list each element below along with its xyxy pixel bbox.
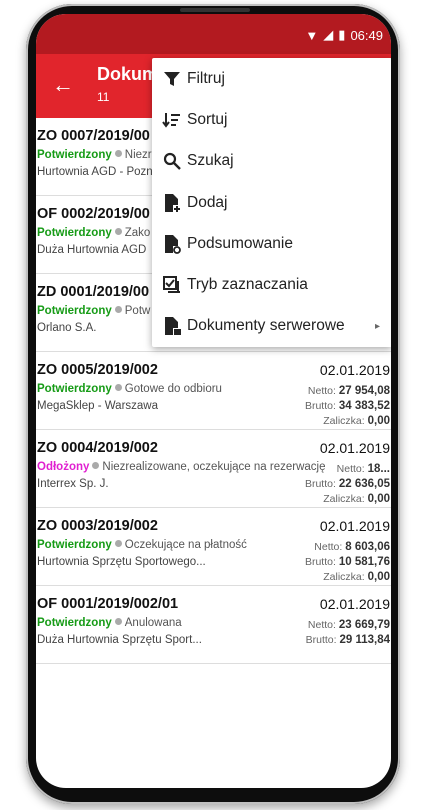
menu-item-szukaj[interactable]: Szukaj bbox=[152, 141, 391, 182]
document-status: Odłożony bbox=[37, 461, 90, 473]
document-number: ZO 0004/2019/002 bbox=[37, 440, 158, 456]
menu-item-label: Dokumenty serwerowe bbox=[187, 317, 345, 335]
document-number: OF 0001/2019/002/01 bbox=[37, 596, 179, 612]
status-time: 06:49 bbox=[350, 27, 383, 43]
document-number: ZO 0007/2019/00 bbox=[37, 128, 150, 144]
screen: ▼ ◢ ▮ 06:49 ← Dokum 11 ZO 0007/2019/00 P… bbox=[36, 14, 391, 788]
document-status: Potwierdzony bbox=[37, 383, 112, 395]
document-client: MegaSklep - Warszawa bbox=[37, 400, 159, 412]
server-document-icon bbox=[162, 316, 182, 336]
status-dot-icon bbox=[114, 540, 122, 547]
status-dot-icon bbox=[114, 618, 122, 625]
document-status: Potwierdzony bbox=[37, 227, 112, 239]
document-client: Hurtownia Sprzętu Sportowego... bbox=[37, 556, 206, 568]
status-dot-icon bbox=[92, 462, 100, 469]
signal-icon: ◢ bbox=[323, 27, 334, 42]
document-date: 02.01.2019 bbox=[319, 596, 390, 612]
document-date: 02.01.2019 bbox=[319, 518, 390, 534]
document-date: 02.01.2019 bbox=[319, 440, 390, 456]
document-row[interactable]: ZO 0005/2019/002 02.01.2019 Potwierdzony… bbox=[36, 352, 391, 430]
menu-item-label: Filtruj bbox=[187, 69, 225, 87]
netto-amount: Netto: 18... bbox=[336, 463, 390, 475]
document-number: ZO 0005/2019/002 bbox=[37, 362, 158, 378]
document-client: Duża Hurtownia Sprzętu Sport... bbox=[37, 634, 202, 646]
netto-amount: Netto: 23 669,79 bbox=[307, 619, 390, 631]
document-row[interactable]: OF 0001/2019/002/01 02.01.2019 Potwierdz… bbox=[36, 586, 391, 664]
document-number: ZO 0003/2019/002 bbox=[37, 518, 158, 534]
brutto-amount: Brutto: 10 581,76 bbox=[304, 556, 390, 568]
page-title: Dokum bbox=[97, 64, 159, 84]
advance-amount: Zaliczka: 0,00 bbox=[323, 493, 390, 505]
sort-icon bbox=[162, 110, 182, 130]
advance-amount: Zaliczka: 0,00 bbox=[323, 415, 390, 427]
menu-item-label: Sortuj bbox=[187, 110, 228, 128]
advance-amount: Zaliczka: 0,00 bbox=[323, 571, 390, 583]
wifi-icon: ▼ bbox=[305, 27, 319, 43]
document-status: Potwierdzony bbox=[37, 305, 112, 317]
menu-item-dodaj[interactable]: Dodaj bbox=[152, 182, 391, 223]
menu-item-label: Dodaj bbox=[187, 193, 228, 211]
document-count: 11 bbox=[97, 90, 110, 104]
back-arrow-icon[interactable]: ← bbox=[52, 72, 74, 98]
summary-document-icon bbox=[162, 234, 182, 254]
menu-item-filtruj[interactable]: Filtruj bbox=[152, 58, 391, 99]
document-row[interactable]: ZO 0004/2019/002 02.01.2019 Odłożony Niez… bbox=[36, 430, 391, 508]
document-number: ZD 0001/2019/00 bbox=[37, 284, 150, 300]
document-state: Zako bbox=[124, 227, 151, 239]
filter-icon bbox=[162, 69, 182, 89]
document-state: Potw bbox=[124, 305, 151, 317]
document-client: Hurtownia AGD - Pozn bbox=[37, 166, 153, 178]
status-dot-icon bbox=[114, 150, 122, 157]
document-client: Interrex Sp. J. bbox=[37, 478, 109, 490]
document-row[interactable]: ZO 0003/2019/002 02.01.2019 Potwierdzony… bbox=[36, 508, 391, 586]
brutto-amount: Brutto: 34 383,52 bbox=[304, 400, 390, 412]
status-dot-icon bbox=[114, 306, 122, 313]
menu-item-sortuj[interactable]: Sortuj bbox=[152, 99, 391, 140]
document-date: 02.01.2019 bbox=[319, 362, 390, 378]
overflow-menu: Filtruj Sortuj Szukaj Dodaj Podsumowanie… bbox=[152, 58, 391, 347]
document-client: Duża Hurtownia AGD bbox=[37, 244, 147, 256]
status-bar: ▼ ◢ ▮ 06:49 bbox=[36, 14, 391, 54]
phone-speaker bbox=[180, 8, 250, 12]
menu-item-dokumenty-serwerowe[interactable]: Dokumenty serwerowe ▸ bbox=[152, 306, 391, 347]
brutto-amount: Brutto: 22 636,05 bbox=[304, 478, 390, 490]
document-status: Potwierdzony bbox=[37, 149, 112, 161]
status-dot-icon bbox=[114, 228, 122, 235]
document-status: Potwierdzony bbox=[37, 617, 112, 629]
checkbox-list-icon bbox=[162, 275, 182, 295]
brutto-amount: Brutto: 29 113,84 bbox=[305, 634, 390, 646]
menu-item-label: Szukaj bbox=[187, 152, 234, 170]
menu-item-label: Tryb zaznaczania bbox=[187, 276, 308, 294]
document-state: Anulowana bbox=[124, 617, 182, 629]
menu-item-label: Podsumowanie bbox=[187, 234, 293, 252]
netto-amount: Netto: 8 603,06 bbox=[314, 541, 390, 553]
submenu-arrow-icon: ▸ bbox=[374, 320, 380, 332]
document-state: Gotowe do odbioru bbox=[124, 383, 222, 395]
battery-icon: ▮ bbox=[338, 27, 346, 42]
document-number: OF 0002/2019/00 bbox=[37, 206, 150, 222]
netto-amount: Netto: 27 954,08 bbox=[307, 385, 390, 397]
menu-item-podsumowanie[interactable]: Podsumowanie bbox=[152, 223, 391, 264]
document-state: Oczekujące na płatność bbox=[124, 539, 247, 551]
search-icon bbox=[162, 151, 182, 171]
menu-item-tryb-zaznaczania[interactable]: Tryb zaznaczania bbox=[152, 264, 391, 305]
document-state: Niezrealizowane, oczekujące na rezerwacj… bbox=[102, 461, 326, 473]
add-document-icon bbox=[162, 193, 182, 213]
document-client: Orlano S.A. bbox=[37, 322, 97, 334]
status-dot-icon bbox=[114, 384, 122, 391]
document-status: Potwierdzony bbox=[37, 539, 112, 551]
